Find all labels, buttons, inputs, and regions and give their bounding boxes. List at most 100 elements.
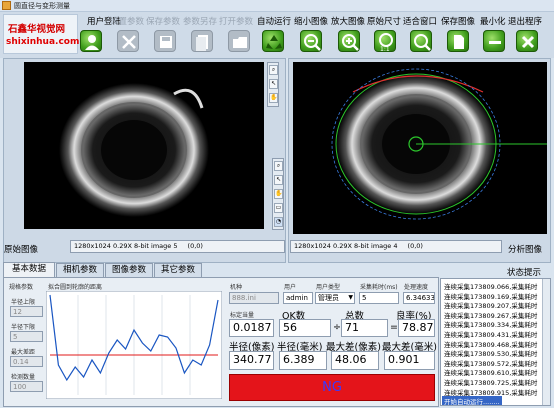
- log-entry: 连续采集173809.468,采集耗时: [444, 340, 538, 349]
- log-entry: 连续采集173809.267,采集耗时: [444, 311, 538, 320]
- radius-upper-field[interactable]: 12: [10, 306, 43, 317]
- capture-time-field: 5: [359, 292, 399, 304]
- tab-basic-data[interactable]: 基本数据: [3, 262, 55, 277]
- zoom-1to1-icon[interactable]: 1:1: [374, 30, 396, 53]
- log-entry: 连续采集173809.915,采集耗时: [444, 388, 538, 397]
- svg-text:1:1: 1:1: [380, 46, 390, 53]
- log-entry: 连续采集173809.572,采集耗时: [444, 359, 538, 368]
- user-field: admin: [283, 292, 313, 304]
- title-bar: 圆直径与变形测量: [0, 0, 554, 12]
- analysis-image-info: 1280x1024 0.29X 8-bit image 4 (0,0): [290, 240, 502, 253]
- rectangle-tool-icon[interactable]: ▭: [274, 203, 283, 213]
- check-count-label: 检测数量: [11, 374, 36, 381]
- log-entry: 连续采集173809.169,采集耗时: [444, 292, 538, 301]
- machine-label: 机种: [230, 284, 243, 291]
- menu-item-label[interactable]: 原始尺寸: [367, 15, 401, 27]
- log-entry: 连续采集173809.334,采集耗时: [444, 321, 538, 330]
- total-value: 71: [341, 319, 388, 337]
- menu-item-label[interactable]: 保存图像: [441, 15, 475, 27]
- machine-field[interactable]: 888.ini: [229, 292, 279, 304]
- document-icon[interactable]: [447, 30, 469, 52]
- max-diff-mm-value: 0.901: [384, 351, 435, 370]
- original-image-coords: (0,0): [187, 242, 203, 250]
- calib-value: 0.0187: [229, 319, 274, 337]
- pointer-tool-icon[interactable]: ↖: [274, 175, 283, 185]
- menu-item-label[interactable]: 放大图像: [331, 15, 365, 27]
- menu-item-label[interactable]: 最小化: [480, 15, 506, 27]
- tab-camera-params[interactable]: 相机参数: [56, 263, 104, 277]
- distance-chart: [46, 291, 222, 399]
- radius-px-value: 340.77: [229, 351, 274, 370]
- radius-lower-field[interactable]: 5: [10, 331, 43, 342]
- pointer-tool-icon[interactable]: ↖: [269, 79, 278, 89]
- menu-item-label[interactable]: 自动运行: [257, 15, 291, 27]
- logo: 石鑫华视觉网 shixinhua.com: [3, 14, 79, 54]
- analysis-image-coords: (0,0): [407, 242, 423, 250]
- check-count-field[interactable]: 100: [10, 381, 43, 392]
- menu-item-label[interactable]: 退出程序: [508, 15, 542, 27]
- status-title: 状态提示: [507, 268, 542, 278]
- pan-tool-icon[interactable]: ✋: [269, 93, 278, 103]
- menu-item-label[interactable]: 适合窗口: [403, 15, 437, 27]
- original-image[interactable]: [24, 62, 264, 229]
- open-folder-icon[interactable]: [228, 30, 250, 52]
- menu-item-label[interactable]: 保存参数: [146, 15, 180, 27]
- tab-other-params[interactable]: 其它参数: [154, 263, 202, 277]
- original-tool-palette: ⌕ ↖ ✋: [267, 62, 279, 107]
- zoom-in-icon[interactable]: [338, 30, 360, 52]
- log-entry: 连续采集173809.066,采集耗时: [444, 283, 538, 291]
- save-as-icon[interactable]: [191, 30, 213, 52]
- original-image-info-text: 1280x1024 0.29X 8-bit image 5: [74, 242, 178, 250]
- max-diff-field[interactable]: 0.14: [10, 356, 43, 367]
- menu-item-label[interactable]: 设置参数: [110, 15, 144, 27]
- close-icon[interactable]: [516, 30, 538, 52]
- logo-text: 石鑫华视觉网: [8, 24, 66, 35]
- radius-lower-label: 半径下限: [11, 324, 36, 331]
- original-image-label: 原始图像: [4, 245, 39, 255]
- user-type-label: 用户类型: [316, 284, 341, 291]
- log-entry-current: 开始自动运行........: [442, 396, 502, 406]
- minimize-icon[interactable]: [483, 30, 505, 52]
- speed-field: 6.34633: [403, 292, 435, 304]
- zoom-tool-icon[interactable]: ⌕: [274, 161, 283, 171]
- app-icon: [2, 1, 11, 10]
- log-entry: 连续采集173809.725,采集耗时: [444, 379, 538, 387]
- analysis-image-label: 分析图像: [508, 245, 543, 255]
- radius-upper-label: 半径上限: [11, 299, 36, 306]
- user-type-value: 管理员: [318, 294, 339, 302]
- zoom-tool-icon[interactable]: ⌕: [269, 65, 278, 75]
- zoom-out-icon[interactable]: [300, 30, 322, 52]
- user-icon[interactable]: [80, 30, 102, 52]
- menu-item-label[interactable]: 缩小图像: [294, 15, 328, 27]
- window-title: 圆直径与变形测量: [14, 2, 70, 10]
- status-log[interactable]: 连续采集173809.066,采集耗时 连续采集173809.169,采集耗时 连续…: [440, 278, 551, 406]
- ok-count-value: 56: [279, 319, 331, 337]
- recycle-icon[interactable]: [262, 30, 284, 52]
- circle-tool-icon[interactable]: ◔: [274, 217, 283, 227]
- divide-sign: ÷: [333, 322, 341, 333]
- original-image-info: 1280x1024 0.29X 8-bit image 5 (0,0): [70, 240, 285, 253]
- menu-item-label[interactable]: 打开参数: [219, 15, 253, 27]
- max-diff-label: 最大差距: [11, 349, 36, 356]
- calib-label: 标定当量: [230, 312, 255, 319]
- save-icon[interactable]: [154, 30, 176, 52]
- speed-label: 处理速度: [404, 284, 429, 291]
- log-entry: 连续采集173809.610,采集耗时: [444, 369, 538, 378]
- analysis-image[interactable]: [293, 62, 547, 234]
- yield-value: 78.87: [398, 319, 435, 337]
- pan-tool-icon[interactable]: ✋: [274, 189, 283, 199]
- tab-image-params[interactable]: 图像参数: [105, 263, 153, 277]
- analysis-tool-palette: ⌕ ↖ ✋ ▭ ◔: [272, 158, 284, 230]
- chevron-down-icon: ▼: [348, 294, 353, 301]
- status-log-scrollbar[interactable]: [542, 279, 550, 405]
- max-diff-px-value: 48.06: [331, 351, 379, 370]
- zoom-fit-icon[interactable]: [410, 30, 432, 52]
- menu-item-label[interactable]: 参数另存: [183, 15, 217, 27]
- capture-time-label: 采集耗时(ms): [360, 284, 398, 291]
- user-label: 用户: [284, 284, 297, 291]
- equals-sign: =: [390, 322, 398, 333]
- log-entry: 连续采集173809.207,采集耗时: [444, 302, 538, 311]
- tools-icon[interactable]: [117, 30, 139, 52]
- original-image-canvas: [59, 83, 209, 217]
- radius-mm-value: 6.389: [279, 351, 327, 370]
